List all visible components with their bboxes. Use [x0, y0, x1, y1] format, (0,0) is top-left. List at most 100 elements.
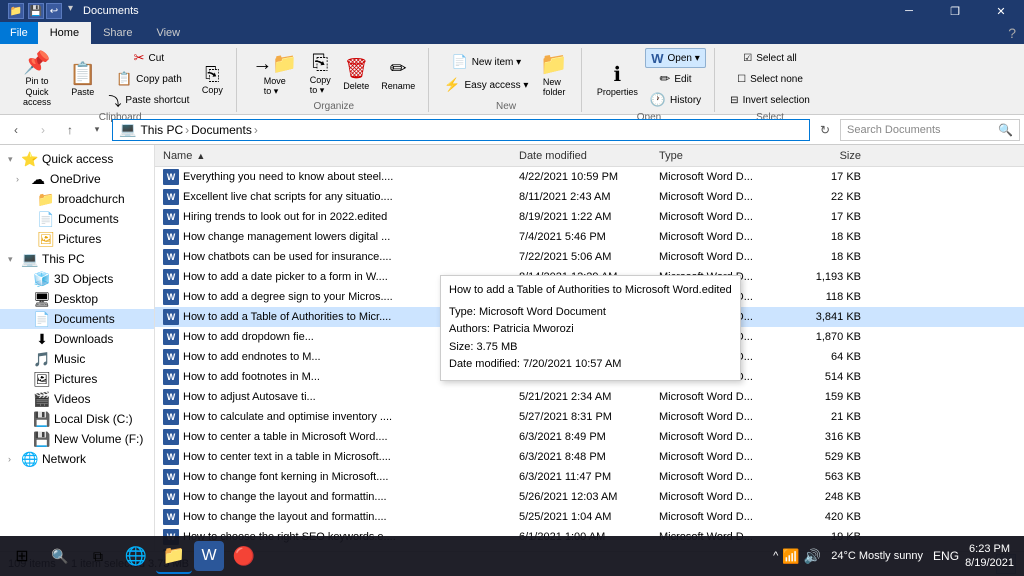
ribbon-group-clipboard: 📌 Pin to Quickaccess 📋 Paste ✂Cut 📋Copy … [4, 48, 237, 112]
explorer-button[interactable]: 📁 [156, 538, 192, 574]
search-button[interactable]: 🔍 [42, 538, 78, 574]
sidebar-item-videos[interactable]: 🎬 Videos [0, 389, 154, 409]
up-button[interactable]: ↑ [58, 118, 82, 142]
sidebar-item-desktop[interactable]: 🖥 Desktop [0, 289, 154, 309]
rename-button[interactable]: ✏ Rename [376, 49, 420, 99]
file-type: Microsoft Word D... [655, 491, 785, 503]
move-to-button[interactable]: →📁 Moveto ▾ [247, 49, 302, 99]
network-tray-icon[interactable]: 📶 [782, 548, 799, 565]
minimize-button[interactable]: ─ [886, 0, 932, 22]
3dobjects-icon: 🧊 [34, 271, 50, 287]
paste-shortcut-button[interactable]: ⤵Paste shortcut [103, 90, 194, 110]
search-box[interactable]: Search Documents 🔍 [840, 119, 1020, 141]
table-row[interactable]: W How to adjust Autosave ti... 5/21/2021… [155, 387, 1024, 407]
sidebar-item-documents-fav[interactable]: 📄 Documents [0, 209, 154, 229]
table-row[interactable]: W How to change font kerning in Microsof… [155, 467, 1024, 487]
taskview-button[interactable]: ⧉ [80, 538, 116, 574]
new-item-button[interactable]: 📄New item ▾ [439, 51, 533, 73]
easy-access-button[interactable]: ⚡Easy access ▾ [439, 74, 533, 96]
undo-quick-icon[interactable]: ↩ [46, 3, 62, 19]
file-name: How to add dropdown fie... [183, 331, 314, 343]
tooltip-type: Type: Microsoft Word Document [449, 304, 732, 322]
file-type: Microsoft Word D... [655, 391, 785, 403]
word-button[interactable]: W [194, 541, 224, 571]
history-button[interactable]: 🕐History [645, 90, 706, 110]
table-row[interactable]: W Excellent live chat scripts for any si… [155, 187, 1024, 207]
taskbar-time[interactable]: 6:23 PM 8/19/2021 [965, 542, 1014, 571]
word-file-icon: W [163, 349, 179, 365]
sidebar-item-broadchurch[interactable]: 📁 broadchurch [0, 189, 154, 209]
tab-share[interactable]: Share [91, 22, 144, 44]
col-name-header[interactable]: Name ▲ [155, 150, 515, 162]
open-dropdown-button[interactable]: W Open ▾ [645, 48, 706, 68]
select-none-button[interactable]: ☐Select none [725, 69, 815, 89]
copy-to-button[interactable]: ⎘ Copyto ▾ [304, 49, 336, 99]
recent-locations-button[interactable]: ▾ [85, 118, 109, 142]
table-row[interactable]: W How to change the layout and formattin… [155, 487, 1024, 507]
sidebar-item-newvolume[interactable]: 💾 New Volume (F:) [0, 429, 154, 449]
save-quick-icon[interactable]: 💾 [28, 3, 44, 19]
table-row[interactable]: W How to center a table in Microsoft Wor… [155, 427, 1024, 447]
sidebar-item-documents[interactable]: 📄 Documents [0, 309, 154, 329]
table-row[interactable]: W How chatbots can be used for insurance… [155, 247, 1024, 267]
paste-button[interactable]: 📋 Paste [64, 54, 101, 104]
sidebar-item-label: Quick access [42, 152, 113, 166]
copy-path-button[interactable]: 📋Copy path [103, 69, 194, 89]
table-row[interactable]: W How to calculate and optimise inventor… [155, 407, 1024, 427]
table-row[interactable]: W Hiring trends to look out for in 2022.… [155, 207, 1024, 227]
sidebar-item-downloads[interactable]: ⬇ Downloads [0, 329, 154, 349]
sidebar-item-quickaccess[interactable]: ▾ ⭐ Quick access [0, 149, 154, 169]
refresh-button[interactable]: ↻ [813, 118, 837, 142]
table-row[interactable]: W How to change the layout and formattin… [155, 507, 1024, 527]
maximize-button[interactable]: ❐ [932, 0, 978, 22]
tooltip-date: Date modified: 7/20/2021 10:57 AM [449, 356, 732, 374]
ribbon-help-icon[interactable]: ? [1008, 25, 1016, 41]
back-button[interactable]: ‹ [4, 118, 28, 142]
copy-button[interactable]: ⎘ Copy [196, 54, 228, 104]
sidebar-item-pictures-fav[interactable]: 🖼 Pictures [0, 229, 154, 249]
sidebar-item-thispc[interactable]: ▾ 💻 This PC [0, 249, 154, 269]
volume-tray-icon[interactable]: 🔊 [804, 548, 821, 565]
table-row[interactable]: W Everything you need to know about stee… [155, 167, 1024, 187]
delete-button[interactable]: 🗑 Delete [338, 49, 374, 99]
table-row[interactable]: W How change management lowers digital .… [155, 227, 1024, 247]
chrome-button[interactable]: 🔴 [226, 538, 262, 574]
select-all-button[interactable]: ☑Select all [725, 48, 815, 68]
file-size: 316 KB [785, 431, 865, 443]
tab-file[interactable]: File [0, 22, 38, 44]
tab-view[interactable]: View [144, 22, 192, 44]
pictures-fav-icon: 🖼 [38, 231, 54, 247]
sidebar-item-localdisk[interactable]: 💾 Local Disk (C:) [0, 409, 154, 429]
sidebar-item-pictures[interactable]: 🖼 Pictures [0, 369, 154, 389]
address-path[interactable]: 💻 This PC › Documents › [112, 119, 810, 141]
start-button[interactable]: ⊞ [4, 538, 40, 574]
new-folder-button[interactable]: 📁 Newfolder [535, 49, 572, 99]
col-type-header[interactable]: Type [655, 150, 785, 162]
forward-button[interactable]: › [31, 118, 55, 142]
invert-selection-button[interactable]: ⊟Invert selection [725, 90, 815, 110]
col-size-header[interactable]: Size [785, 150, 865, 162]
cut-button[interactable]: ✂Cut [103, 48, 194, 68]
file-size: 159 KB [785, 391, 865, 403]
table-row[interactable]: W How to center text in a table in Micro… [155, 447, 1024, 467]
title-dropdown[interactable]: ▾ [68, 3, 73, 19]
file-date: 5/21/2021 2:34 AM [515, 391, 655, 403]
file-size: 18 KB [785, 231, 865, 243]
tray-caret[interactable]: ^ [773, 550, 778, 562]
path-thispc[interactable]: This PC [140, 123, 183, 137]
edge-button[interactable]: 🌐 [118, 538, 154, 574]
edit-button[interactable]: ✏Edit [645, 69, 706, 89]
clipboard-small-buttons: ✂Cut 📋Copy path ⤵Paste shortcut [103, 48, 194, 110]
path-sep-2: › [254, 123, 258, 137]
sidebar-item-network[interactable]: › 🌐 Network [0, 449, 154, 469]
path-documents[interactable]: Documents [191, 123, 252, 137]
sidebar-item-music[interactable]: 🎵 Music [0, 349, 154, 369]
lang-indicator[interactable]: ENG [933, 549, 959, 563]
close-button[interactable]: ✕ [978, 0, 1024, 22]
col-date-header[interactable]: Date modified [515, 150, 655, 162]
pin-to-quick-access-button[interactable]: 📌 Pin to Quickaccess [12, 54, 62, 104]
sidebar-item-3dobjects[interactable]: 🧊 3D Objects [0, 269, 154, 289]
sidebar-item-onedrive[interactable]: › ☁ OneDrive [0, 169, 154, 189]
properties-button[interactable]: ℹ Properties [592, 54, 643, 104]
tab-home[interactable]: Home [38, 22, 91, 44]
